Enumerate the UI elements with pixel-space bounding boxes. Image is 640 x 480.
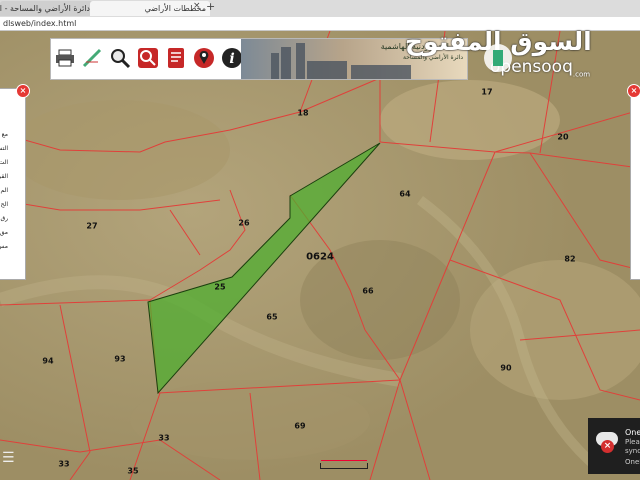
opensooq-logo-icon bbox=[484, 44, 512, 72]
locate-icon[interactable] bbox=[193, 46, 215, 70]
find-icon[interactable] bbox=[137, 46, 159, 70]
browser-tab-maps[interactable]: مخططات الأراضي bbox=[90, 1, 210, 16]
parcel-number: 64 bbox=[399, 189, 411, 199]
panel-line: مق bbox=[0, 229, 8, 236]
parcel-number: 18 bbox=[297, 108, 309, 118]
browser-tab-dls[interactable]: دائرة الأراضي والمساحة - الرئيـ bbox=[0, 1, 94, 16]
close-panel-icon[interactable]: × bbox=[16, 84, 30, 98]
drag-handle-icon[interactable]: ☰ bbox=[2, 450, 15, 466]
panel-line: رق bbox=[0, 215, 8, 222]
notification-title: OneD bbox=[625, 428, 640, 437]
notification-text: Plea sync bbox=[625, 438, 640, 455]
right-panel bbox=[630, 88, 640, 280]
close-right-panel-icon[interactable]: × bbox=[627, 84, 640, 98]
parcel-number: 27 bbox=[86, 221, 98, 231]
search-icon[interactable] bbox=[109, 46, 131, 70]
parcel-number: 20 bbox=[557, 132, 569, 142]
panel-line: الح bbox=[0, 201, 8, 208]
panel-line: مع bbox=[1, 131, 8, 138]
panel-line: الم bbox=[0, 187, 9, 194]
panel-line: مس bbox=[0, 243, 8, 250]
parcel-number: 65 bbox=[266, 312, 278, 322]
scale-bar bbox=[320, 460, 368, 469]
parcel-number: 25 bbox=[214, 282, 226, 292]
panel-line: الت bbox=[0, 159, 8, 166]
new-tab-button[interactable]: + bbox=[206, 0, 215, 13]
notification-footer: OneD bbox=[625, 458, 640, 466]
close-tab-icon[interactable]: × bbox=[193, 1, 201, 11]
panel-line: التس bbox=[0, 145, 8, 152]
onedrive-notification[interactable]: × OneD Plea sync OneD bbox=[588, 418, 640, 474]
parcel-number: 26 bbox=[238, 218, 250, 228]
parcel-number: 69 bbox=[294, 421, 306, 431]
error-icon: × bbox=[601, 440, 614, 453]
parcel-number: 35 bbox=[127, 466, 139, 476]
svg-text:i: i bbox=[229, 51, 234, 67]
parcel-number: 33 bbox=[158, 433, 170, 443]
parcel-number: 90 bbox=[500, 363, 512, 373]
printer-icon[interactable] bbox=[54, 46, 76, 70]
parcel-number: 93 bbox=[114, 354, 126, 364]
parcel-number: 82 bbox=[564, 254, 576, 264]
tab-label: دائرة الأراضي والمساحة - الرئيـ bbox=[0, 4, 90, 13]
panel-line: القر bbox=[0, 173, 8, 180]
parcel-number: 33 bbox=[58, 459, 70, 469]
parcel-number: 94 bbox=[42, 356, 54, 366]
browser-tabbar: دائرة الأراضي والمساحة - الرئيـ مخططات ا… bbox=[0, 0, 640, 18]
address-url: dlsweb/index.html bbox=[3, 19, 77, 28]
parcel-info-panel: مع التس الت القر الم الح رق مق مس bbox=[0, 88, 26, 280]
block-number: 0624 bbox=[306, 251, 334, 263]
parcel-number: 66 bbox=[362, 286, 374, 296]
info-icon[interactable]: i bbox=[221, 46, 243, 70]
measure-icon[interactable] bbox=[81, 46, 103, 70]
book-icon[interactable] bbox=[165, 46, 187, 70]
parcel-number: 17 bbox=[481, 87, 493, 97]
